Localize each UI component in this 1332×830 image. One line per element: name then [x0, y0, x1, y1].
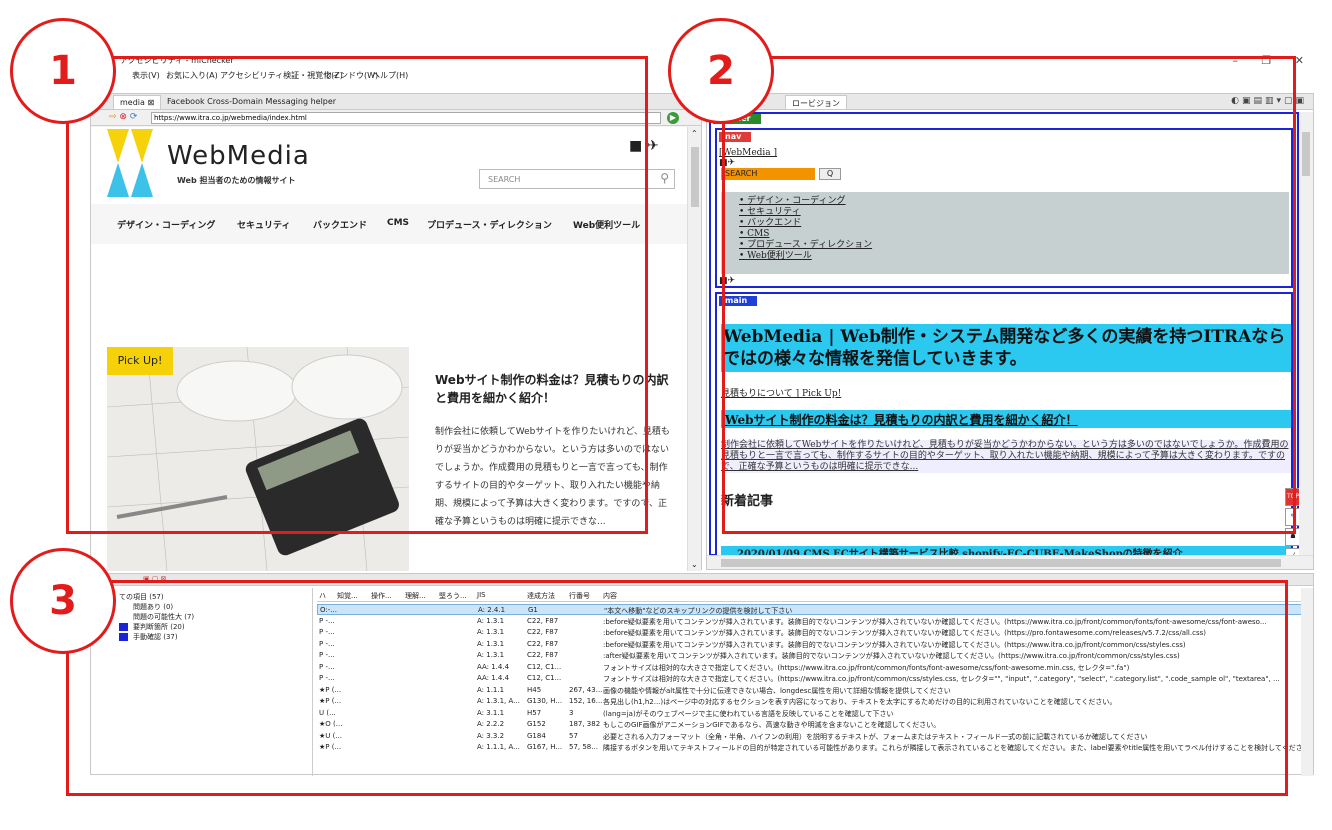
scroll-down-icon[interactable]: ⌄	[691, 560, 698, 569]
annotation-number-2: 2	[668, 18, 774, 124]
search-icon[interactable]: ⚲	[660, 171, 669, 185]
browser-scrollbar[interactable]: ⌃ ⌄	[687, 127, 701, 571]
close-button[interactable]: ✕	[1295, 54, 1304, 67]
annotation-number-3: 3	[10, 548, 116, 654]
lv-scroll-thumb[interactable]	[1302, 132, 1310, 176]
annotation-box-3	[66, 580, 1288, 796]
scroll-up-icon[interactable]: ⌃	[691, 129, 698, 138]
lowvision-hscrollbar[interactable]	[707, 555, 1313, 569]
michecker-window: アクセシビリティ - miChecker – ❐ ✕ 表示(V) お気に入り(A…	[0, 0, 1332, 830]
annotation-number-1: 1	[10, 18, 116, 124]
annotation-box-1	[66, 56, 648, 534]
twitter-icon[interactable]: ✈	[647, 138, 659, 154]
report-scrollbar[interactable]	[1301, 588, 1313, 776]
scroll-thumb[interactable]	[691, 147, 699, 207]
lv-hscroll-thumb[interactable]	[721, 559, 1281, 567]
annotation-box-2	[722, 56, 1296, 534]
lowvision-scrollbar[interactable]	[1299, 112, 1313, 556]
go-button[interactable]: ▶	[667, 112, 679, 124]
